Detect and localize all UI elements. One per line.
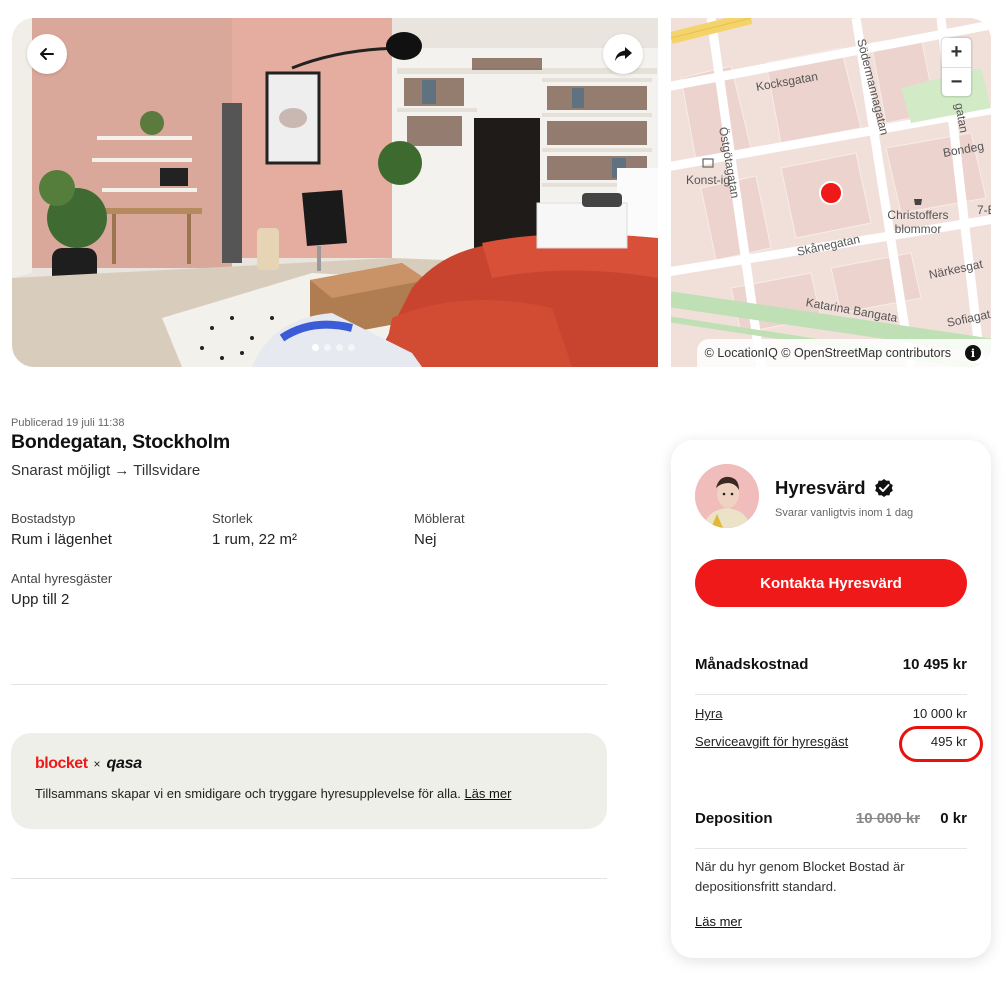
deposit-value: 0 kr <box>940 810 967 827</box>
room-photo-illustration <box>12 18 658 367</box>
map-poi-label: Konst-ig <box>686 173 731 187</box>
spec-label: Storlek <box>212 511 253 526</box>
carousel-dot[interactable] <box>312 344 319 351</box>
contact-card: Hyresvärd Svarar vanligtvis inom 1 dag K… <box>671 440 991 958</box>
deposit-read-more-link[interactable]: Läs mer <box>695 914 742 929</box>
contact-host-button[interactable]: Kontakta Hyresvärd <box>695 559 967 607</box>
spec-value: 1 rum, 22 m² <box>212 531 298 548</box>
spec-value: Upp till 2 <box>11 591 70 608</box>
section-divider <box>11 684 607 685</box>
blocket-logo: blocket <box>35 755 88 772</box>
response-time: Svarar vanligtvis inom 1 dag <box>775 507 914 519</box>
share-button[interactable] <box>603 34 643 74</box>
map-poi-label: 7-E <box>977 203 991 217</box>
spec-label: Bostadstyp <box>11 511 76 526</box>
partner-promo-banner: blocket × qasa Tillsammans skapar vi en … <box>11 733 607 829</box>
carousel-dot[interactable] <box>348 344 355 351</box>
spec-tenants: Antal hyresgäster Upp till 2 <box>11 571 112 608</box>
spec-furnished: Möblerat Nej <box>414 511 465 548</box>
spec-value: Nej <box>414 531 437 548</box>
monthly-cost-label: Månadskostnad <box>695 656 809 673</box>
partner-logo: blocket × qasa <box>35 755 583 773</box>
promo-text: Tillsammans skapar vi en smidigare och t… <box>35 786 583 801</box>
rent-row: Hyra 10 000 kr <box>695 706 967 721</box>
avatar <box>695 464 759 528</box>
spec-size: Storlek 1 rum, 22 m² <box>212 511 297 548</box>
zoom-in-button[interactable]: + <box>942 38 971 67</box>
back-button[interactable] <box>27 34 67 74</box>
spec-value: Rum i lägenhet <box>11 531 112 548</box>
published-date: Publicerad 19 juli 11:38 <box>11 417 125 429</box>
listing-photo[interactable] <box>12 18 658 367</box>
deposit-note: När du hyr genom Blocket Bostad är depos… <box>695 859 905 894</box>
carousel-dot[interactable] <box>336 344 343 351</box>
card-divider <box>695 694 967 695</box>
carousel-dots[interactable] <box>312 344 355 351</box>
rental-period: Snarast möjligt → Tillsvidare <box>11 462 201 479</box>
service-fee-link[interactable]: Serviceavgift för hyresgäst <box>695 734 848 749</box>
host-avatar-image <box>695 464 759 528</box>
share-arrow-icon <box>615 47 632 61</box>
location-map[interactable]: Kocksgatan Södermannagatan Östgötagatan … <box>671 18 991 367</box>
deposit-original-value: 10 000 kr <box>855 810 921 827</box>
deposit-row: Deposition 10 000 kr 0 kr <box>695 810 967 827</box>
logo-separator: × <box>93 757 101 771</box>
spec-label: Antal hyresgäster <box>11 571 113 586</box>
page-title: Bondegatan, Stockholm <box>11 431 230 453</box>
info-icon[interactable]: i <box>965 345 981 361</box>
verified-badge-icon <box>874 479 893 497</box>
map-poi-label: Christoffers blommor <box>887 208 949 236</box>
deposit-values: 10 000 kr 0 kr <box>856 810 967 827</box>
map-zoom-control: + − <box>942 38 971 96</box>
section-divider <box>11 878 607 879</box>
map-attribution: © LocationIQ © OpenStreetMap contributor… <box>696 339 991 367</box>
rent-value: 10 000 kr <box>912 706 967 721</box>
promo-read-more-link[interactable]: Läs mer <box>464 786 511 801</box>
qasa-logo: qasa <box>106 755 143 772</box>
host-name: Hyresvärd <box>775 477 866 498</box>
deposit-label: Deposition <box>695 810 773 827</box>
rent-link[interactable]: Hyra <box>695 706 722 721</box>
carousel-dot[interactable] <box>324 344 331 351</box>
map-attribution-text[interactable]: © LocationIQ © OpenStreetMap contributor… <box>705 346 951 360</box>
card-divider <box>695 848 967 849</box>
monthly-cost-row: Månadskostnad 10 495 kr <box>695 656 967 673</box>
spec-label: Möblerat <box>414 511 465 526</box>
service-fee-highlight-ring <box>899 726 983 762</box>
host-name-row: Hyresvärd <box>775 477 894 499</box>
monthly-cost-value: 10 495 kr <box>902 656 967 673</box>
promo-description: Tillsammans skapar vi en smidigare och t… <box>35 786 461 801</box>
zoom-out-button[interactable]: − <box>942 67 971 96</box>
arrow-left-icon <box>40 48 54 60</box>
spec-housing-type: Bostadstyp Rum i lägenhet <box>11 511 112 548</box>
